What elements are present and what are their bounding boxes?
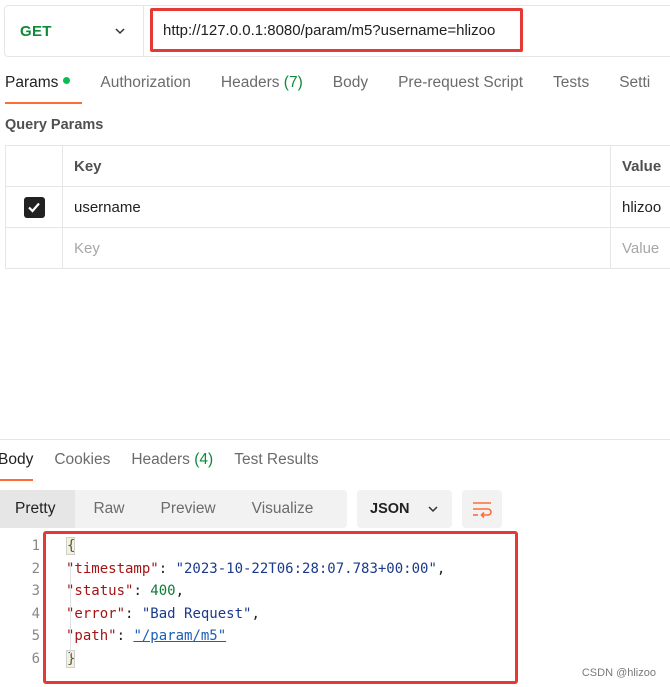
table-header-row: Key Value [5, 146, 670, 187]
url-input[interactable]: http://127.0.0.1:8080/param/m5?username=… [150, 8, 523, 52]
method-select[interactable]: GET [5, 6, 144, 56]
param-key-field[interactable]: username [63, 187, 611, 227]
param-value-placeholder[interactable]: Value [611, 228, 659, 268]
tab-label: Setti [619, 74, 651, 91]
chevron-down-icon [427, 506, 438, 513]
tab-cookies[interactable]: Cookies [54, 447, 110, 481]
status-dot-icon [63, 77, 71, 85]
table-row-empty: Key Value [5, 228, 670, 269]
tab-label: Pre-request Script [398, 74, 524, 91]
tab-label: Authorization [100, 74, 191, 91]
tab-label: Headers [220, 74, 280, 91]
tab-response-headers[interactable]: Headers (4) [131, 447, 213, 481]
request-tabs: Params Authorization Headers (7) Body Pr… [5, 66, 670, 104]
response-highlight-box [43, 531, 518, 684]
watermark: CSDN @hlizoo [581, 667, 656, 679]
line-number-4: 4 [31, 605, 40, 622]
view-visualize[interactable]: Visualize [234, 490, 332, 528]
tab-pre-request-script[interactable]: Pre-request Script [398, 66, 523, 104]
url-text: http://127.0.0.1:8080/param/m5?username=… [163, 21, 496, 39]
wrap-lines-icon [473, 502, 492, 518]
param-value-field[interactable]: hlizoo [611, 187, 661, 227]
column-header-value: Value [622, 157, 662, 175]
tab-test-results[interactable]: Test Results [234, 447, 318, 481]
checkbox-cell [6, 187, 63, 227]
table-row: username hlizoo [5, 187, 670, 228]
tab-label: Headers [131, 451, 190, 468]
view-mode-segmented: Pretty Raw Preview Visualize [0, 490, 347, 528]
query-params-title: Query Params [5, 117, 104, 133]
tab-label: Body [332, 74, 369, 91]
tab-headers[interactable]: Headers (7) [221, 66, 303, 104]
tab-authorization[interactable]: Authorization [100, 66, 190, 104]
method-label: GET [20, 22, 52, 40]
line-number-5: 5 [31, 628, 40, 645]
line-number-3: 3 [31, 583, 40, 600]
param-key-placeholder[interactable]: Key [63, 228, 611, 268]
format-label: JSON [370, 501, 410, 517]
pane-divider[interactable] [0, 439, 670, 440]
line-number-1: 1 [31, 538, 40, 555]
param-checkbox[interactable] [23, 196, 45, 218]
view-pretty[interactable]: Pretty [0, 490, 76, 528]
view-preview[interactable]: Preview [143, 490, 234, 528]
tab-label: Tests [553, 74, 590, 91]
request-bar: GET http://127.0.0.1:8080/param/m5?usern… [4, 5, 670, 57]
headers-count: (7) [283, 74, 303, 91]
tab-tests[interactable]: Tests [553, 66, 589, 104]
format-select[interactable]: JSON [357, 490, 452, 528]
checkbox-cell [6, 228, 63, 268]
checkmark-icon [28, 202, 40, 213]
line-number-6: 6 [31, 650, 40, 667]
tab-body[interactable]: Body [333, 66, 368, 104]
response-tabs: Body Cookies Headers (4) Test Results [0, 447, 340, 481]
tab-params[interactable]: Params [5, 66, 83, 104]
params-table: Key Value username hlizoo Key Value [5, 145, 670, 269]
chevron-down-icon [115, 28, 125, 35]
view-raw[interactable]: Raw [75, 490, 142, 528]
tab-response-body[interactable]: Body [0, 447, 34, 481]
tab-settings[interactable]: Setti [619, 66, 650, 104]
column-header-key: Key [63, 146, 611, 186]
tab-label: Params [5, 74, 59, 91]
response-headers-count: (4) [194, 451, 214, 468]
header-checkbox-cell [6, 146, 63, 186]
line-number-2: 2 [31, 560, 40, 577]
wrap-lines-button[interactable] [462, 490, 502, 528]
